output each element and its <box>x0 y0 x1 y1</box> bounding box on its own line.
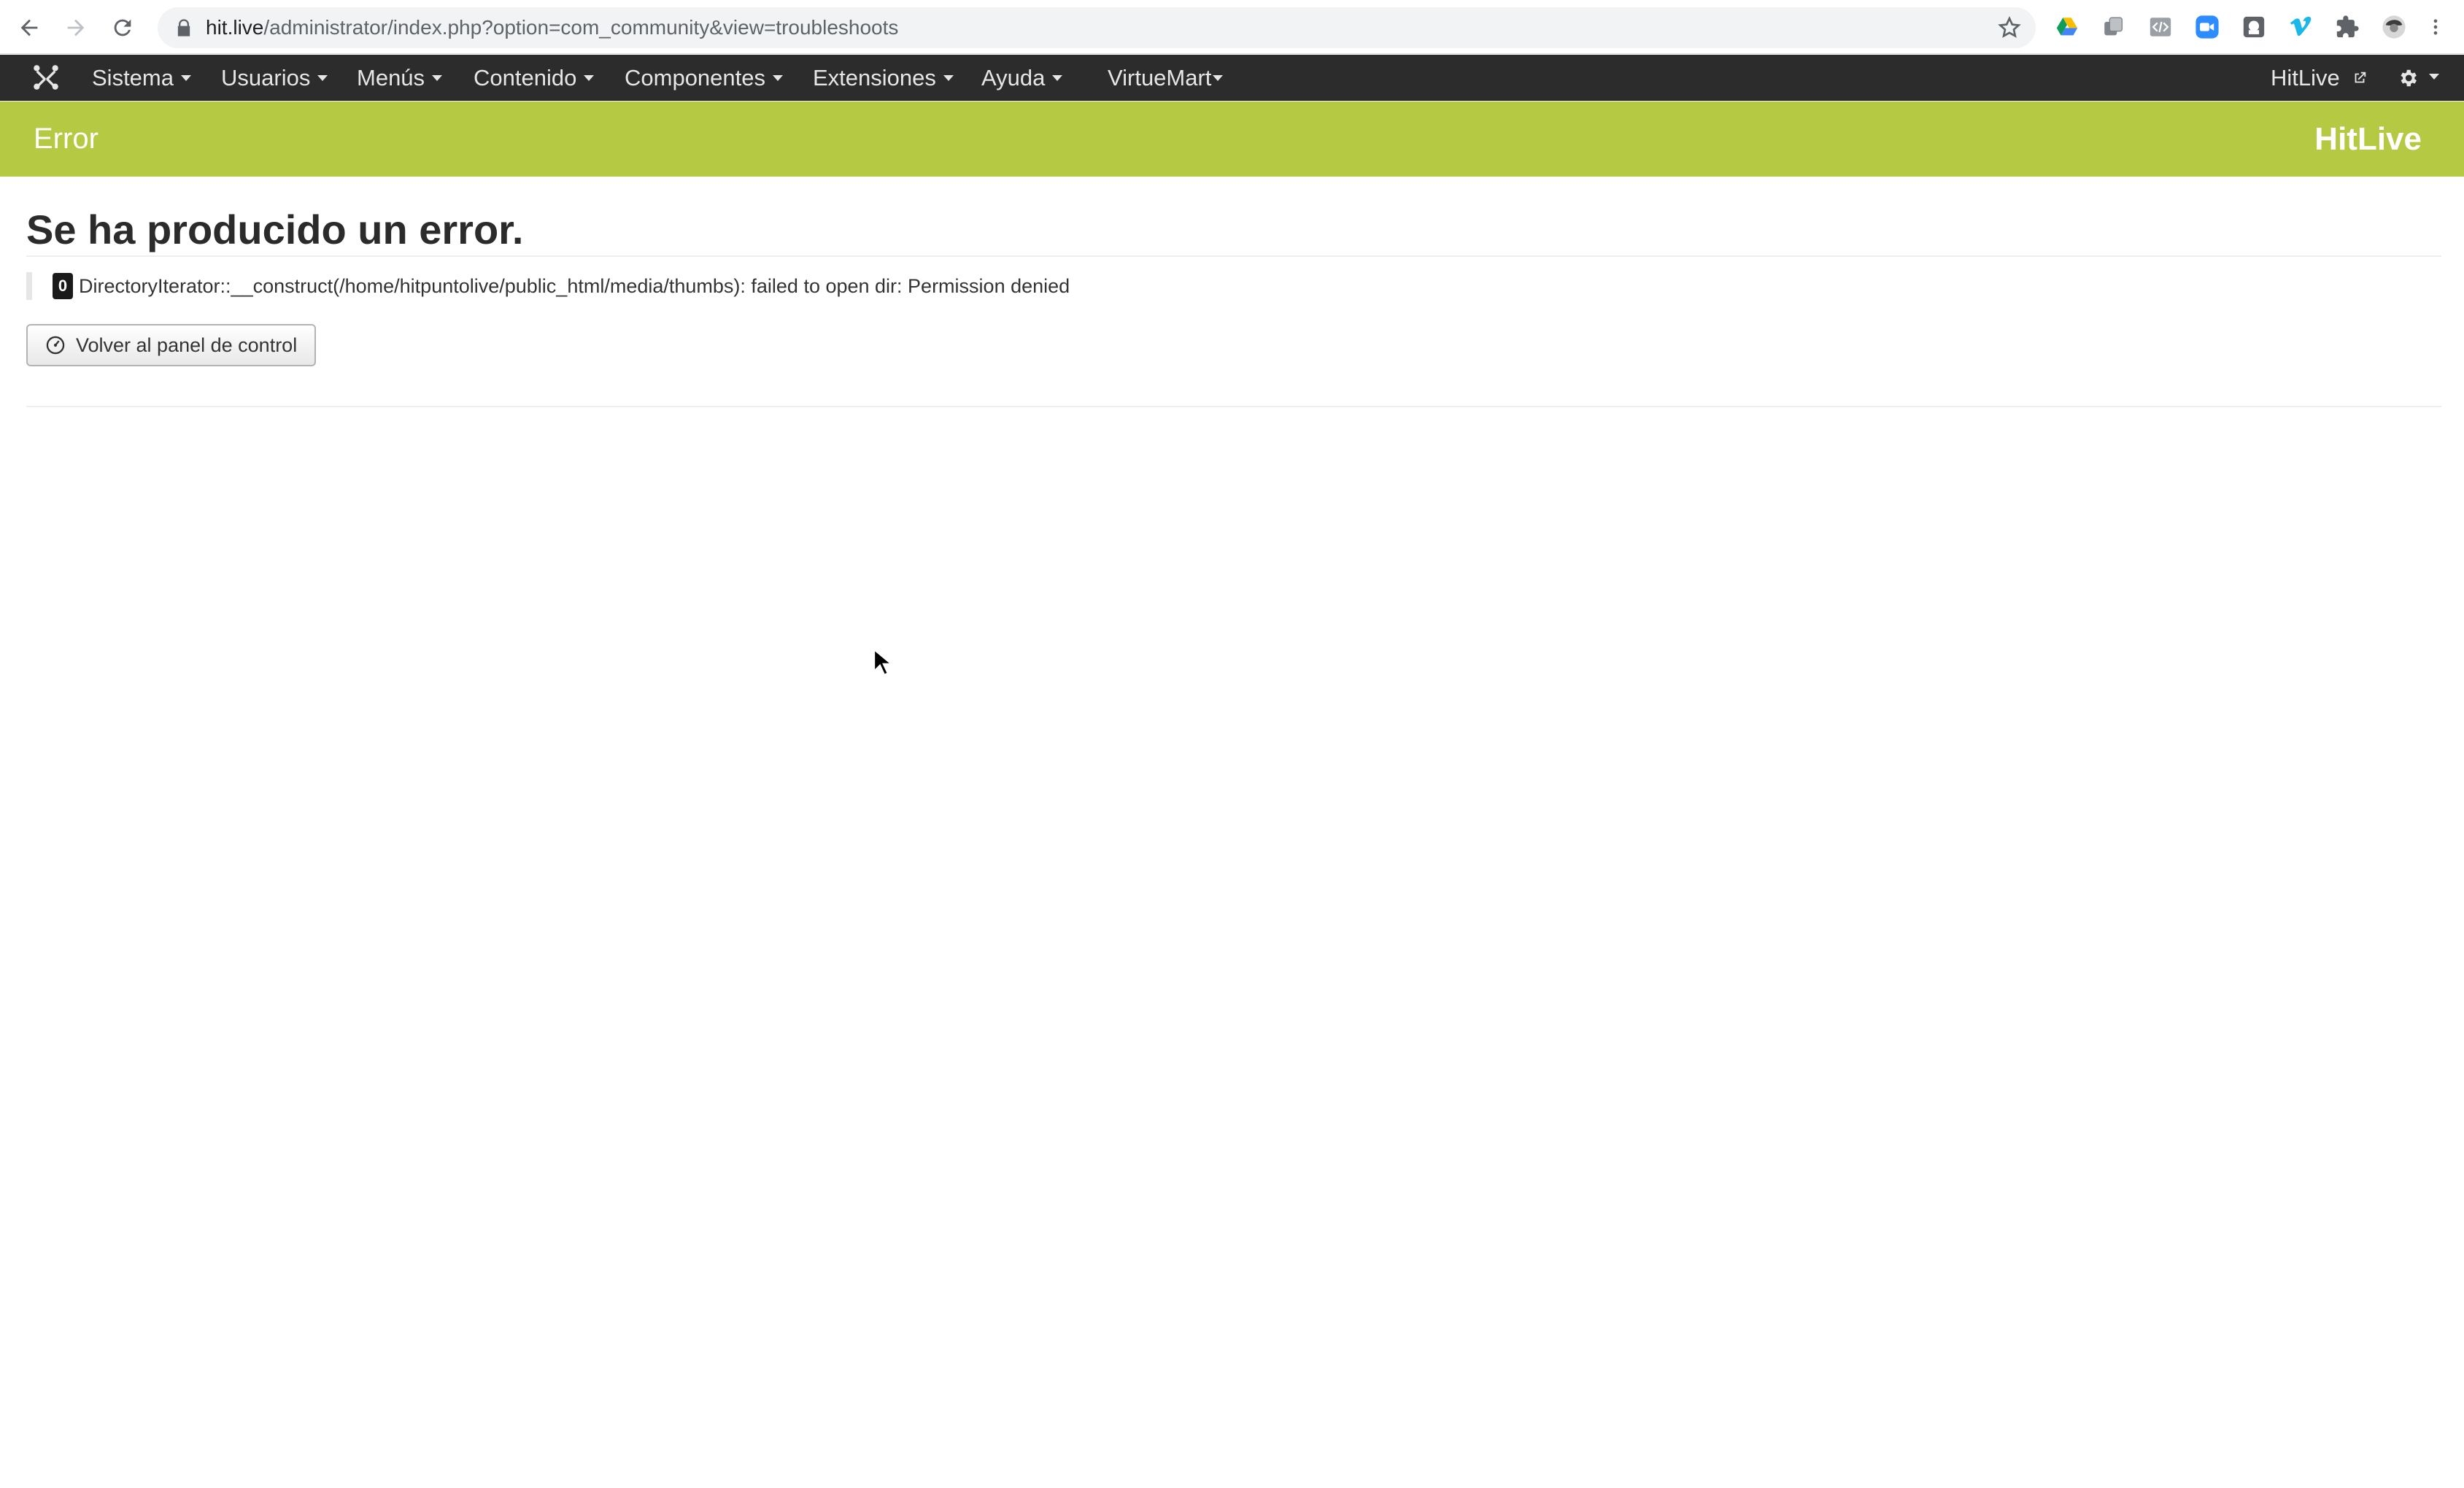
menu-extensiones[interactable]: Extensiones <box>813 55 954 101</box>
url-host: hit.live <box>206 16 264 39</box>
menu-componentes[interactable]: Componentes <box>625 55 784 101</box>
joomla-logo-icon[interactable] <box>32 63 60 91</box>
page-title: Error <box>34 123 99 155</box>
caret-down-icon <box>773 75 784 82</box>
menu-virtuemart[interactable]: VirtueMart <box>1108 55 1224 101</box>
url-path: /administrator/index.php?option=com_comm… <box>263 16 899 39</box>
address-bar[interactable]: hit.live/administrator/index.php?option=… <box>158 7 2036 48</box>
menu-ayuda[interactable]: Ayuda <box>981 55 1063 101</box>
caret-down-icon <box>584 75 595 82</box>
menu-menus[interactable]: Menús <box>357 55 443 101</box>
code-extension-icon[interactable] <box>2147 13 2174 41</box>
divider <box>26 255 2441 257</box>
menu-label: VirtueMart <box>1108 65 1212 90</box>
caret-down-icon <box>432 75 443 82</box>
menu-label: Menús <box>357 65 425 90</box>
bookmark-star-icon[interactable] <box>1998 16 2021 39</box>
caret-down-icon <box>1213 75 1224 82</box>
dashboard-icon <box>46 336 65 355</box>
back-button-label: Volver al panel de control <box>76 334 298 356</box>
puzzle-square-icon[interactable] <box>2240 13 2268 41</box>
back-arrow-icon[interactable] <box>13 12 45 44</box>
more-vert-icon[interactable] <box>2425 13 2446 41</box>
zoom-icon[interactable] <box>2193 13 2221 41</box>
caret-down-icon <box>1052 75 1063 82</box>
menu-label: Usuarios <box>221 65 311 90</box>
site-preview-link[interactable]: HitLive <box>2271 55 2368 101</box>
caret-down-icon <box>317 75 328 82</box>
menu-contenido[interactable]: Contenido <box>474 55 595 101</box>
caret-down-icon <box>180 75 191 82</box>
gear-icon <box>2401 69 2417 86</box>
lock-icon[interactable] <box>174 18 194 38</box>
menu-sistema[interactable]: Sistema <box>92 55 191 101</box>
external-link-icon <box>2355 72 2366 83</box>
page-header: Error HitLive <box>0 101 2464 177</box>
site-link-label: HitLive <box>2271 65 2340 90</box>
reload-icon[interactable] <box>107 12 139 44</box>
menu-usuarios[interactable]: Usuarios <box>221 55 328 101</box>
browser-toolbar: hit.live/administrator/index.php?option=… <box>0 0 2464 54</box>
menu-label: Sistema <box>92 65 174 90</box>
caret-down-icon <box>2429 74 2439 80</box>
error-heading: Se ha producido un error. <box>26 207 524 253</box>
blockquote-bar <box>26 272 32 300</box>
caret-down-icon <box>943 75 954 82</box>
google-drive-icon[interactable] <box>2053 13 2081 41</box>
vimeo-icon[interactable] <box>2287 13 2314 41</box>
menu-label: Extensiones <box>813 65 936 90</box>
user-settings-menu[interactable] <box>2397 55 2439 101</box>
forward-arrow-icon[interactable] <box>60 12 92 44</box>
divider <box>26 406 2441 407</box>
menu-label: Contenido <box>474 65 577 90</box>
menu-label: Componentes <box>625 65 766 90</box>
url-text[interactable]: hit.live/administrator/index.php?option=… <box>206 16 898 39</box>
error-message: DirectoryIterator::__construct(/home/hit… <box>79 274 1070 297</box>
copy-extension-icon[interactable] <box>2100 13 2128 41</box>
extensions-puzzle-icon[interactable] <box>2333 13 2361 41</box>
profile-avatar[interactable] <box>2380 13 2408 41</box>
error-code-badge: 0 <box>53 273 73 299</box>
back-to-dashboard-button[interactable]: Volver al panel de control <box>26 324 317 366</box>
site-name: HitLive <box>2314 121 2422 157</box>
error-message-block: 0 DirectoryIterator::__construct(/home/h… <box>26 271 1070 301</box>
mouse-cursor-icon <box>873 648 892 676</box>
admin-top-menu: Sistema Usuarios Menús Contenido Compone… <box>0 55 2464 101</box>
menu-label: Ayuda <box>981 65 1046 90</box>
